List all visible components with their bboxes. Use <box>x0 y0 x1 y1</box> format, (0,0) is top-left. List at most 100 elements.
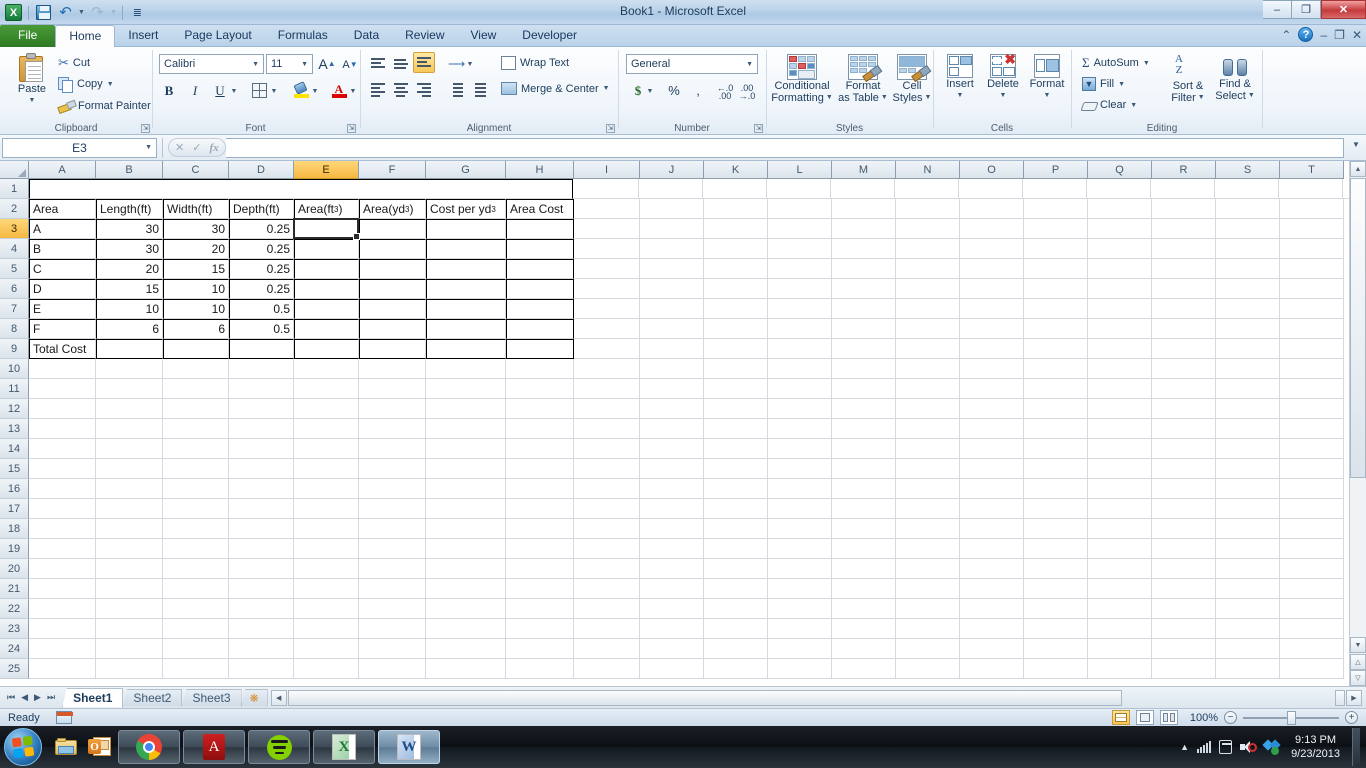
page-layout-view-button[interactable] <box>1136 710 1154 725</box>
cell-B16[interactable] <box>96 479 163 499</box>
cell-R5[interactable] <box>1152 259 1216 279</box>
cell-K2[interactable] <box>704 199 768 219</box>
comma-style-button[interactable]: , <box>687 80 709 101</box>
normal-view-button[interactable] <box>1112 710 1130 725</box>
cell-M8[interactable] <box>832 319 896 339</box>
cell-Q25[interactable] <box>1088 659 1152 679</box>
column-header-H[interactable]: H <box>506 161 574 179</box>
cell-O20[interactable] <box>960 559 1024 579</box>
cell-B9[interactable] <box>96 339 163 359</box>
cell-C7[interactable]: 10 <box>163 299 229 319</box>
cell-H21[interactable] <box>506 579 574 599</box>
column-header-R[interactable]: R <box>1152 161 1216 179</box>
vertical-scroll-thumb[interactable] <box>1350 178 1366 478</box>
row-header-25[interactable]: 25 <box>0 659 29 679</box>
cell-R13[interactable] <box>1152 419 1216 439</box>
cell-G16[interactable] <box>426 479 506 499</box>
cell-M18[interactable] <box>832 519 896 539</box>
cell-M5[interactable] <box>832 259 896 279</box>
cell-N6[interactable] <box>896 279 960 299</box>
cell-F16[interactable] <box>359 479 426 499</box>
insert-worksheet-button[interactable]: ❋ <box>241 689 268 707</box>
sheet-tab-sheet2[interactable]: Sheet2 <box>122 689 182 707</box>
cell-K10[interactable] <box>704 359 768 379</box>
cell-K3[interactable] <box>704 219 768 239</box>
restore-button[interactable]: ❐ <box>1292 0 1321 19</box>
cell-J11[interactable] <box>640 379 704 399</box>
cell-Q18[interactable] <box>1088 519 1152 539</box>
cell-R25[interactable] <box>1152 659 1216 679</box>
cell-E8[interactable] <box>294 319 359 339</box>
cell-I18[interactable] <box>574 519 640 539</box>
cell-M12[interactable] <box>832 399 896 419</box>
cell-L21[interactable] <box>768 579 832 599</box>
cell-O17[interactable] <box>960 499 1024 519</box>
doc-close-icon[interactable]: ✕ <box>1352 28 1362 42</box>
cell-H18[interactable] <box>506 519 574 539</box>
cell-T20[interactable] <box>1280 559 1344 579</box>
cell-J7[interactable] <box>640 299 704 319</box>
cell-O15[interactable] <box>960 459 1024 479</box>
column-header-C[interactable]: C <box>163 161 229 179</box>
cell-S11[interactable] <box>1216 379 1280 399</box>
column-header-T[interactable]: T <box>1280 161 1344 179</box>
cell-D12[interactable] <box>229 399 294 419</box>
cell-H23[interactable] <box>506 619 574 639</box>
cell-J10[interactable] <box>640 359 704 379</box>
cell-H4[interactable] <box>506 239 574 259</box>
cell-G3[interactable] <box>426 219 506 239</box>
cell-Q4[interactable] <box>1088 239 1152 259</box>
cell-K20[interactable] <box>704 559 768 579</box>
cell-C6[interactable]: 10 <box>163 279 229 299</box>
cell-B6[interactable]: 15 <box>96 279 163 299</box>
cell-F3[interactable] <box>359 219 426 239</box>
cell-H12[interactable] <box>506 399 574 419</box>
cell-P18[interactable] <box>1024 519 1088 539</box>
cell-F24[interactable] <box>359 639 426 659</box>
action-center-icon[interactable] <box>1219 740 1232 754</box>
cell-I25[interactable] <box>574 659 640 679</box>
cell-T2[interactable] <box>1280 199 1344 219</box>
row-header-7[interactable]: 7 <box>0 299 29 319</box>
cell-E10[interactable] <box>294 359 359 379</box>
cell-R19[interactable] <box>1152 539 1216 559</box>
orientation-dropdown-icon[interactable]: ▼ <box>464 54 476 75</box>
cell-H9[interactable] <box>506 339 574 359</box>
horizontal-scroll-thumb[interactable] <box>288 690 1122 706</box>
cell-K16[interactable] <box>704 479 768 499</box>
cell-B24[interactable] <box>96 639 163 659</box>
row-header-6[interactable]: 6 <box>0 279 29 299</box>
cell-A16[interactable] <box>29 479 96 499</box>
cell-A21[interactable] <box>29 579 96 599</box>
cell-K11[interactable] <box>704 379 768 399</box>
cell-D2[interactable]: Depth(ft) <box>229 199 294 219</box>
cell-O24[interactable] <box>960 639 1024 659</box>
cell-H2[interactable]: Area Cost <box>506 199 574 219</box>
cell-L5[interactable] <box>768 259 832 279</box>
cell-I16[interactable] <box>574 479 640 499</box>
paste-button[interactable]: Paste ▼ <box>8 53 56 107</box>
row-header-8[interactable]: 8 <box>0 319 29 339</box>
row-header-24[interactable]: 24 <box>0 639 29 659</box>
cell-P25[interactable] <box>1024 659 1088 679</box>
cell-S14[interactable] <box>1216 439 1280 459</box>
cell-H5[interactable] <box>506 259 574 279</box>
cell-R3[interactable] <box>1152 219 1216 239</box>
cell-N7[interactable] <box>896 299 960 319</box>
cell-A3[interactable]: A <box>29 219 96 239</box>
decrease-decimal-button[interactable]: .00→.0 <box>737 81 757 102</box>
cell-T8[interactable] <box>1280 319 1344 339</box>
cell-B3[interactable]: 30 <box>96 219 163 239</box>
delete-cells-button[interactable]: ✖ Delete ▼ <box>982 54 1024 102</box>
cell-S15[interactable] <box>1216 459 1280 479</box>
cell-R16[interactable] <box>1152 479 1216 499</box>
cell-L16[interactable] <box>768 479 832 499</box>
cell-R12[interactable] <box>1152 399 1216 419</box>
cell-C9[interactable] <box>163 339 229 359</box>
align-center-button[interactable] <box>390 79 412 100</box>
cell-D7[interactable]: 0.5 <box>229 299 294 319</box>
cell-A20[interactable] <box>29 559 96 579</box>
cell-N10[interactable] <box>896 359 960 379</box>
page-layout-status-icon[interactable] <box>56 711 72 724</box>
cell-R10[interactable] <box>1152 359 1216 379</box>
